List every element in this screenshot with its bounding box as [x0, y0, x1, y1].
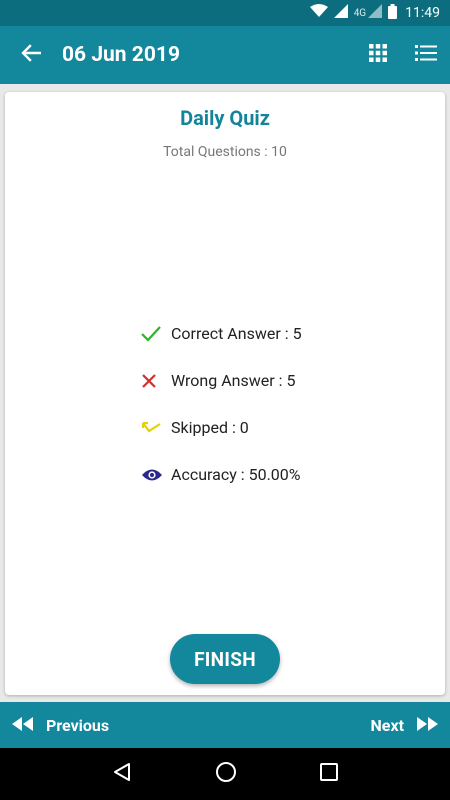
stat-skipped: Skipped : 0 — [141, 404, 302, 451]
rewind-icon — [12, 716, 34, 735]
clock: 11:49 — [405, 5, 440, 21]
total-questions: Total Questions : 10 — [163, 144, 287, 160]
next-button[interactable]: Next — [371, 716, 438, 735]
battery-icon — [388, 3, 398, 23]
cross-icon — [141, 373, 171, 389]
signal-icon-2 — [368, 4, 383, 22]
finish-button[interactable]: FINISH — [170, 634, 280, 684]
list-view-button[interactable] — [402, 26, 450, 84]
grid-icon — [369, 44, 387, 66]
fast-forward-icon — [416, 716, 438, 735]
stat-correct: Correct Answer : 5 — [141, 310, 302, 357]
list-icon — [415, 45, 437, 65]
skip-icon — [141, 421, 171, 435]
previous-label: Previous — [46, 715, 110, 735]
recents-square-icon[interactable] — [320, 763, 339, 785]
check-icon — [141, 325, 171, 342]
next-label: Next — [370, 715, 404, 735]
signal-icon — [333, 4, 348, 22]
stat-label: Skipped : 0 — [171, 418, 249, 437]
back-triangle-icon[interactable] — [112, 762, 132, 786]
home-circle-icon[interactable] — [215, 761, 237, 787]
back-button[interactable] — [0, 26, 62, 84]
network-type: 4G — [353, 7, 367, 19]
stat-wrong: Wrong Answer : 5 — [141, 357, 302, 404]
result-card: Daily Quiz Total Questions : 10 Correct … — [5, 92, 445, 695]
stat-label: Wrong Answer : 5 — [171, 371, 296, 390]
stat-label: Accuracy : 50.00% — [171, 465, 301, 484]
app-bar: 06 Jun 2019 — [0, 26, 450, 84]
quiz-title: Daily Quiz — [180, 106, 270, 130]
bottom-nav: Previous Next — [0, 702, 450, 748]
system-nav-bar — [0, 748, 450, 800]
status-bar: 4G 11:49 — [0, 0, 450, 26]
stat-label: Correct Answer : 5 — [171, 324, 302, 343]
stats-list: Correct Answer : 5 Wrong Answer : 5 Skip… — [141, 310, 302, 498]
eye-icon — [141, 468, 171, 482]
wifi-icon — [309, 4, 328, 22]
grid-view-button[interactable] — [354, 26, 402, 84]
previous-button[interactable]: Previous — [12, 716, 109, 735]
arrow-left-icon — [21, 44, 42, 66]
stat-accuracy: Accuracy : 50.00% — [141, 451, 302, 498]
page-title: 06 Jun 2019 — [62, 43, 180, 67]
